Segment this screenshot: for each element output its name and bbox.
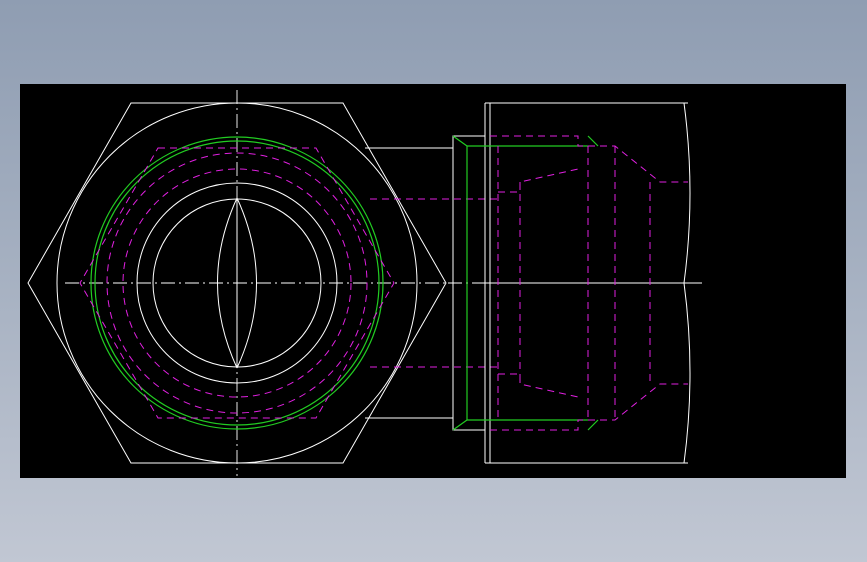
hidden-bore-lower: [490, 383, 688, 431]
thread-line-side-top: [452, 135, 468, 147]
thread-end-bottom: [587, 419, 599, 431]
side-view: [448, 102, 702, 464]
thread-end-top: [587, 135, 599, 147]
hex-right-arc-lower: [683, 282, 691, 464]
hidden-cone-lower: [498, 373, 579, 398]
cad-viewport[interactable]: [20, 84, 846, 478]
hidden-bore-upper: [490, 135, 688, 183]
thread-line-side-bottom: [452, 419, 468, 431]
hidden-cone-upper: [498, 168, 579, 193]
technical-drawing: [27, 90, 702, 476]
hex-right-arc-upper: [683, 102, 691, 284]
